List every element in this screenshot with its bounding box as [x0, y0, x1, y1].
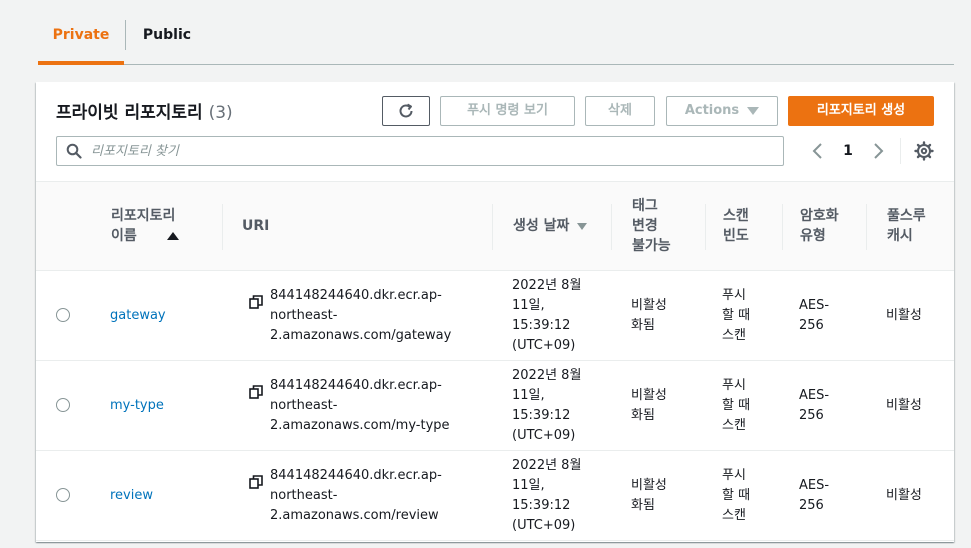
copy-icon[interactable]	[249, 475, 263, 489]
repository-uri: 844148244640.dkr.ecr.ap-northeast- 2.amaz…	[270, 378, 450, 433]
repository-uri: 844148244640.dkr.ecr.ap-northeast- 2.amaz…	[270, 288, 452, 343]
column-header-tag-immutability[interactable]: 태그 변경 불가능	[632, 182, 692, 270]
chevron-left-icon	[812, 143, 822, 159]
chevron-right-icon	[874, 143, 884, 159]
repository-tabs: Private Public	[0, 0, 971, 66]
encryption-type: AES- 256	[799, 298, 830, 333]
refresh-button[interactable]	[382, 96, 430, 126]
table-settings-button[interactable]	[914, 141, 934, 161]
repository-name-link[interactable]: gateway	[110, 306, 166, 326]
next-page-button[interactable]	[870, 140, 886, 162]
panel-title-text: 프라이빗 리포지토리	[56, 103, 203, 123]
table-row: review 844148244640.dkr.ecr.ap-northeast…	[36, 451, 954, 541]
table-header: 리포지토리 이름 URI 생성 날짜 태그 변경 불가능 스캔 빈도 암호화 유…	[36, 181, 954, 271]
column-header-name[interactable]: 리포지토리 이름	[111, 182, 211, 270]
column-header-pull-through-cache[interactable]: 풀스루 캐시	[887, 182, 937, 270]
search-input[interactable]	[91, 140, 771, 162]
scan-frequency: 푸시 할 때 스캔	[722, 468, 751, 523]
copy-icon[interactable]	[249, 295, 263, 309]
copy-icon[interactable]	[249, 385, 263, 399]
repository-name-link[interactable]: my-type	[110, 396, 164, 416]
row-select-radio[interactable]	[56, 398, 70, 412]
scan-frequency: 푸시 할 때 스캔	[722, 288, 751, 343]
actions-label: Actions	[684, 103, 740, 118]
scan-frequency: 푸시 할 때 스캔	[722, 378, 751, 433]
column-divider	[782, 204, 783, 250]
created-date: 2022년 8월 11일, 15:39:12 (UTC+09)	[512, 368, 582, 443]
create-repository-button[interactable]: 리포지토리 생성	[788, 96, 934, 126]
pull-through-cache: 비활성	[886, 488, 922, 503]
column-header-created[interactable]: 생성 날짜	[513, 182, 613, 270]
tab-private[interactable]: Private	[38, 20, 124, 52]
delete-button[interactable]: 삭제	[585, 96, 655, 126]
pager-divider	[900, 138, 901, 164]
repository-count: (3)	[208, 103, 233, 123]
tag-immutability: 비활성 화됨	[631, 388, 667, 423]
actions-dropdown[interactable]: Actions	[666, 96, 778, 126]
table-row: my-type 844148244640.dkr.ecr.ap-northeas…	[36, 361, 954, 451]
row-select-radio[interactable]	[56, 308, 70, 322]
row-select-radio[interactable]	[56, 488, 70, 502]
repositories-panel: 프라이빗 리포지토리 (3) 푸시 명령 보기 삭제 Actions 리포지토리…	[36, 82, 954, 542]
sort-descending-icon	[577, 222, 588, 230]
column-divider	[866, 204, 867, 250]
column-divider	[222, 204, 223, 250]
encryption-type: AES- 256	[799, 388, 830, 423]
repository-name-link[interactable]: review	[110, 486, 153, 506]
search-icon	[66, 143, 82, 159]
pull-through-cache: 비활성	[886, 398, 922, 413]
column-header-uri[interactable]: URI	[242, 182, 442, 270]
tab-public[interactable]: Public	[126, 20, 208, 52]
column-divider	[705, 204, 706, 250]
table-row: gateway 844148244640.dkr.ecr.ap-northeas…	[36, 271, 954, 361]
column-divider	[492, 204, 493, 250]
tag-immutability: 비활성 화됨	[631, 478, 667, 513]
created-date: 2022년 8월 11일, 15:39:12 (UTC+09)	[512, 458, 582, 533]
caret-down-icon	[747, 106, 760, 115]
panel-title: 프라이빗 리포지토리 (3)	[56, 98, 233, 123]
created-date: 2022년 8월 11일, 15:39:12 (UTC+09)	[512, 278, 582, 353]
refresh-icon	[399, 103, 413, 118]
pull-through-cache: 비활성	[886, 308, 922, 323]
gear-icon	[914, 141, 934, 161]
column-header-encryption[interactable]: 암호화 유형	[800, 182, 850, 270]
repository-uri: 844148244640.dkr.ecr.ap-northeast- 2.amaz…	[270, 468, 442, 523]
column-header-name-label: 리포지토리 이름	[111, 206, 179, 246]
search-box	[56, 136, 784, 166]
tabs-baseline	[38, 64, 954, 65]
current-page[interactable]: 1	[836, 140, 860, 162]
tag-immutability: 비활성 화됨	[631, 298, 667, 333]
column-header-scan-frequency[interactable]: 스캔 빈도	[723, 182, 773, 270]
encryption-type: AES- 256	[799, 478, 830, 513]
view-push-commands-button[interactable]: 푸시 명령 보기	[440, 96, 575, 126]
sort-ascending-icon	[166, 232, 179, 240]
active-tab-indicator	[38, 61, 124, 65]
previous-page-button[interactable]	[810, 140, 826, 162]
column-divider	[611, 204, 612, 250]
